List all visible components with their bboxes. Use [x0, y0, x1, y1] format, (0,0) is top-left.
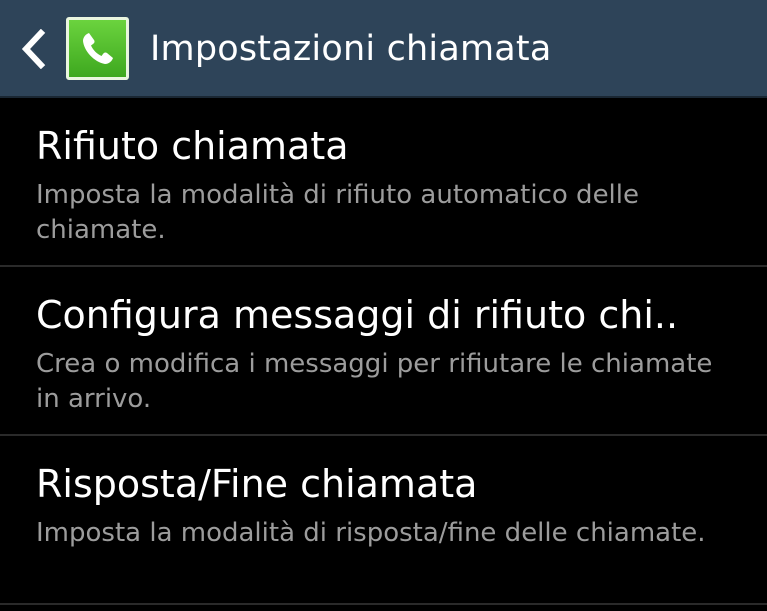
page-title: Impostazioni chiamata: [150, 29, 552, 69]
setting-answer-end-call[interactable]: Risposta/Fine chiamata Imposta la modali…: [0, 436, 767, 605]
phone-icon: [82, 32, 113, 64]
setting-summary: Crea o modifica i messaggi per rifiutare…: [36, 349, 713, 414]
action-bar: Impostazioni chiamata: [0, 0, 767, 98]
phone-app-icon[interactable]: [66, 17, 129, 80]
settings-list: Rifiuto chiamata Imposta la modalità di …: [0, 98, 767, 605]
setting-reject-messages[interactable]: Configura messaggi di rifiuto chi.. Crea…: [0, 267, 767, 436]
setting-call-rejection[interactable]: Rifiuto chiamata Imposta la modalità di …: [0, 98, 767, 267]
back-button[interactable]: [14, 26, 52, 72]
setting-summary: Imposta la modalità di rifiuto automatic…: [36, 180, 640, 245]
chevron-left-icon: [21, 29, 46, 69]
setting-summary: Imposta la modalità di risposta/fine del…: [36, 518, 706, 548]
setting-title: Configura messaggi di rifiuto chi..: [36, 293, 679, 337]
call-settings-screen: Impostazioni chiamata Rifiuto chiamata I…: [0, 0, 767, 611]
setting-title: Risposta/Fine chiamata: [36, 462, 478, 506]
setting-title: Rifiuto chiamata: [36, 124, 349, 168]
